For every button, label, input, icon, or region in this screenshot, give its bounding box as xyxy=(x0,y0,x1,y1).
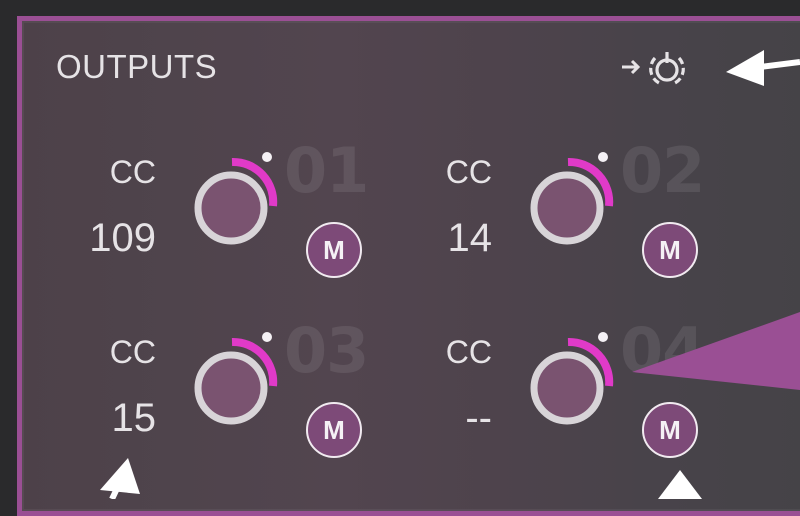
level-knob[interactable] xyxy=(176,330,286,440)
cc-value[interactable]: 109 xyxy=(56,216,156,261)
channel-number: 04 xyxy=(620,314,705,387)
level-knob[interactable] xyxy=(176,150,286,260)
panel-title: OUTPUTS xyxy=(56,48,218,85)
cc-label: CC xyxy=(445,154,492,190)
cc-label: CC xyxy=(109,334,156,370)
output-channel-01: 01 CC 109 M xyxy=(16,134,369,300)
cc-label: CC xyxy=(445,334,492,370)
arrow-into-power-icon xyxy=(622,52,685,85)
cc-label: CC xyxy=(109,154,156,190)
level-knob[interactable] xyxy=(512,330,622,440)
output-channel-02: 02 CC 14 M xyxy=(352,134,705,300)
channel-number: 02 xyxy=(620,134,705,207)
sync-button[interactable] xyxy=(598,42,688,92)
output-channel-04: 04 CC -- M xyxy=(352,314,705,480)
output-channel-03: 03 CC 15 M xyxy=(16,314,369,480)
cc-value[interactable]: 15 xyxy=(56,396,157,441)
cc-value[interactable]: -- xyxy=(392,396,492,441)
level-knob[interactable] xyxy=(512,150,622,260)
cc-value[interactable]: 14 xyxy=(392,216,493,261)
mute-button[interactable]: M xyxy=(642,402,698,458)
mute-button[interactable]: M xyxy=(642,222,698,278)
